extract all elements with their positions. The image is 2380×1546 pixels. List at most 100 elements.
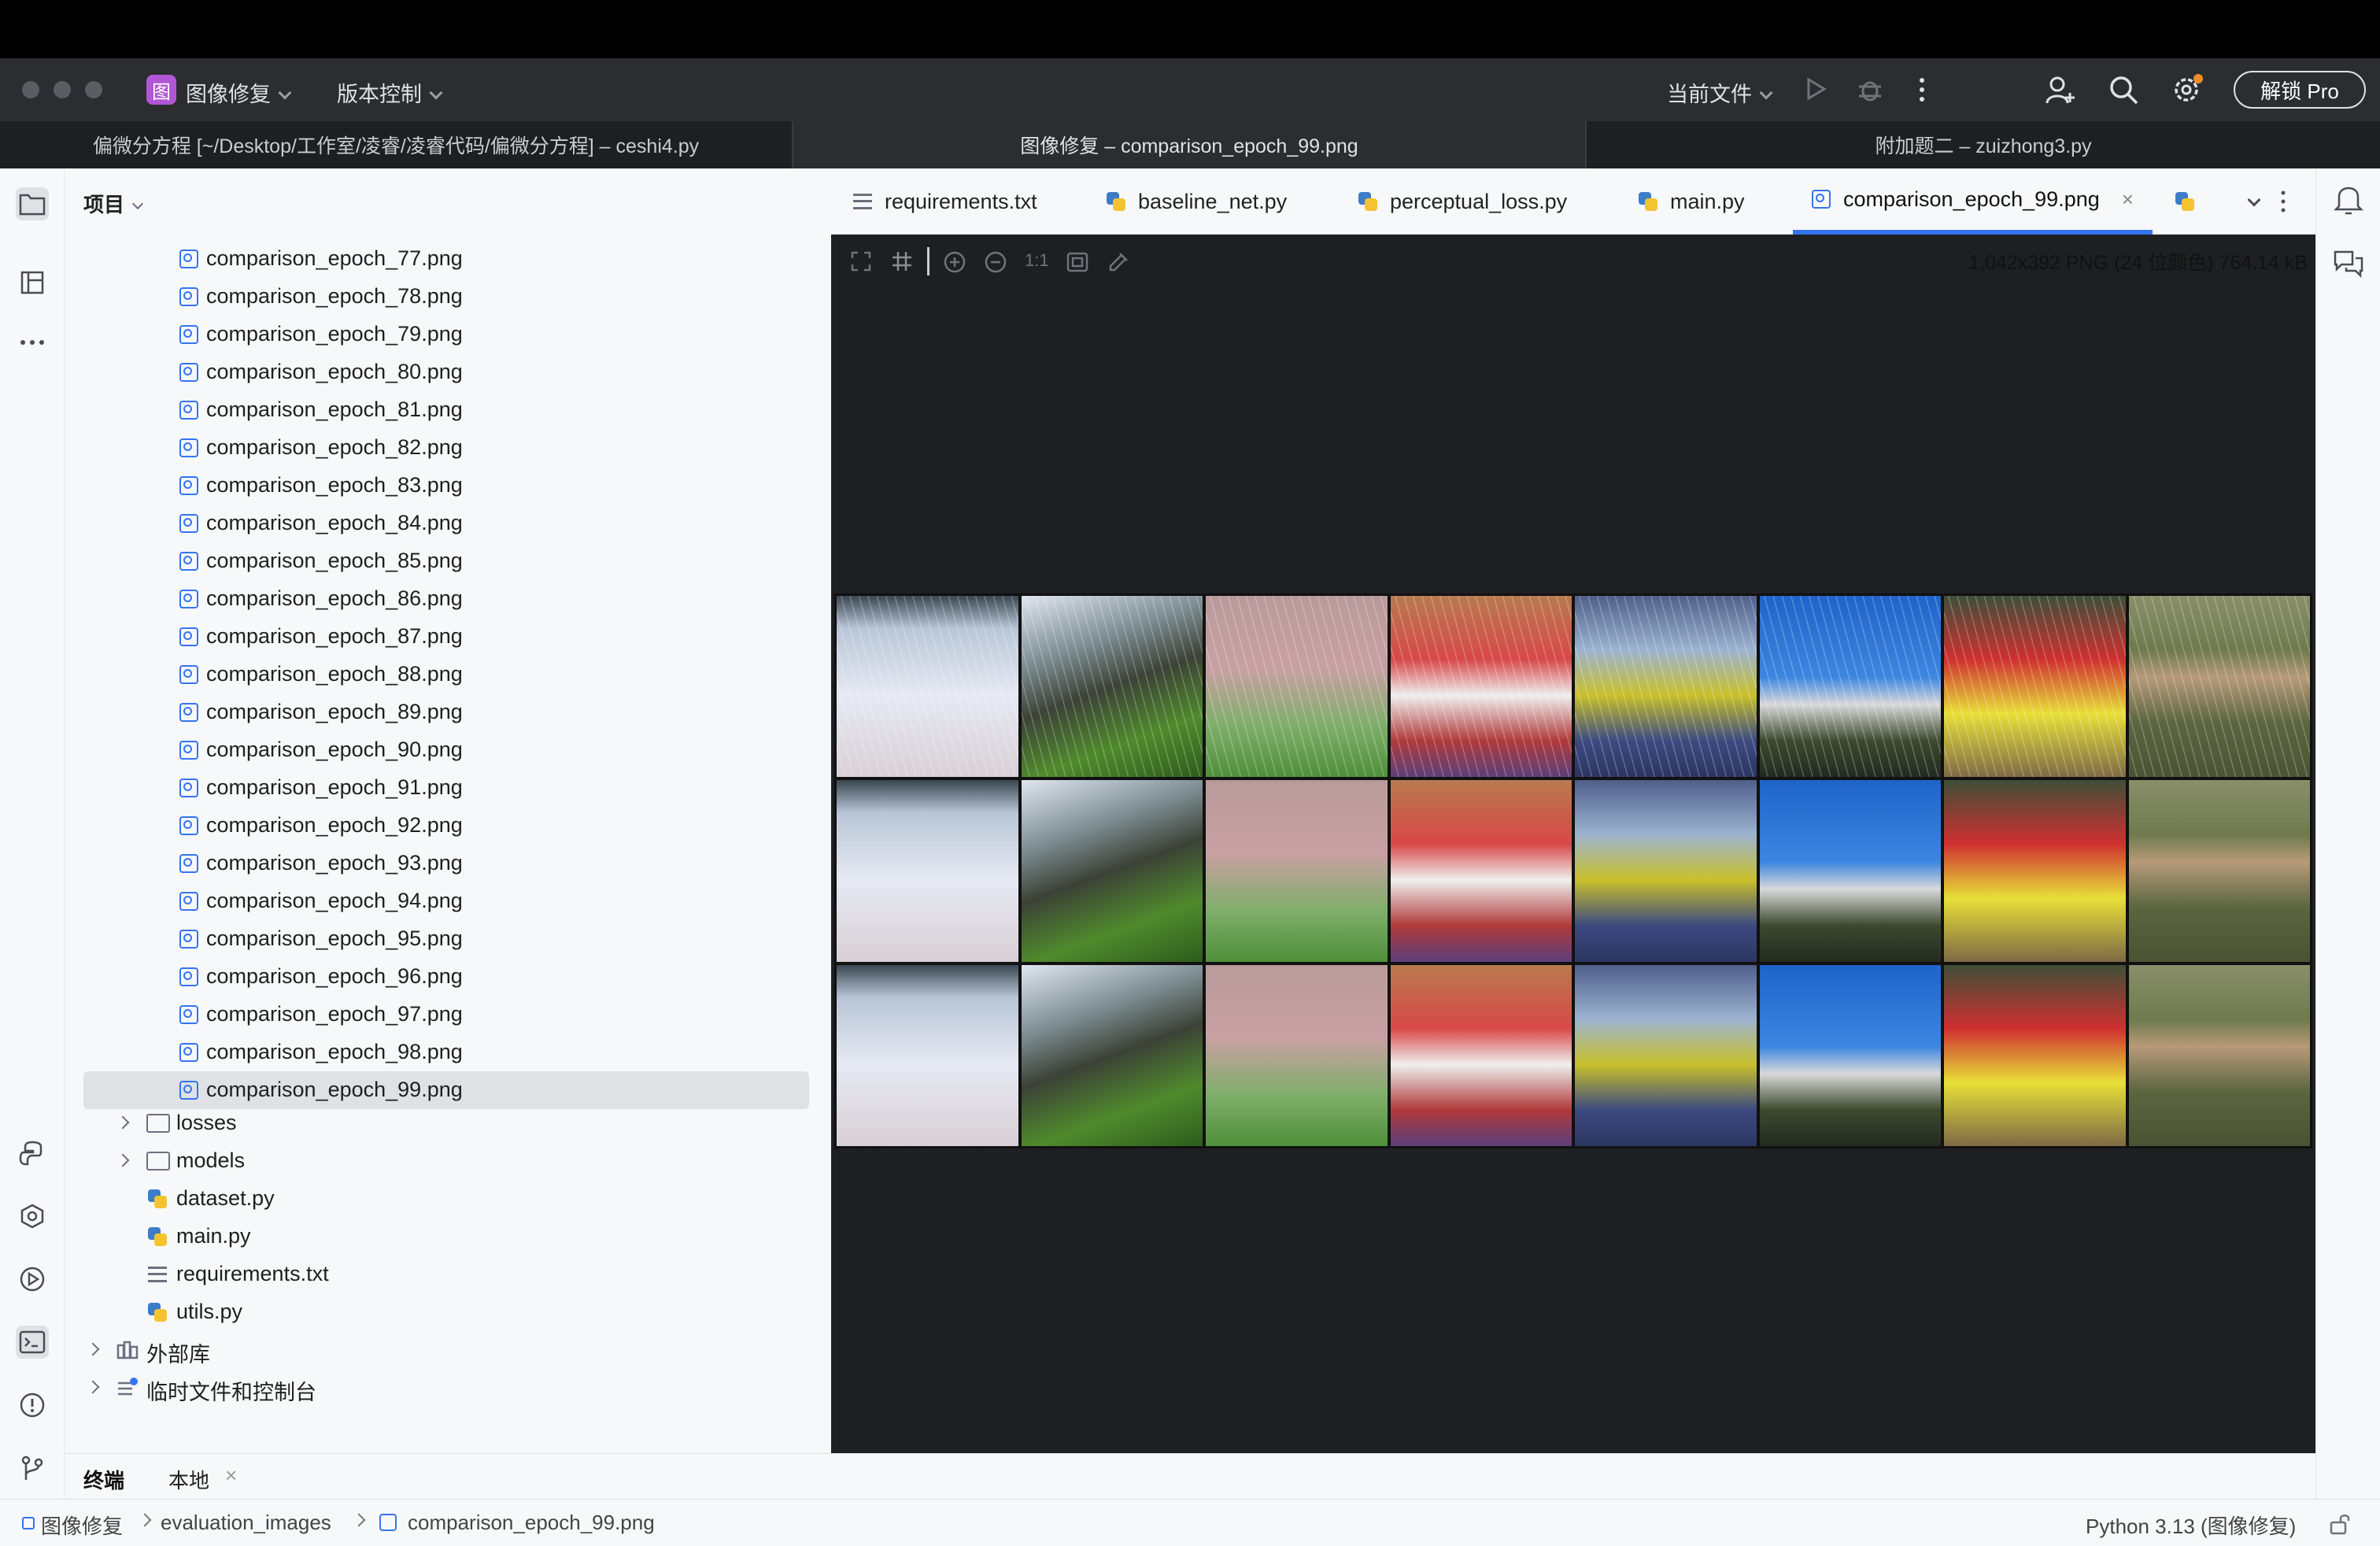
tree-file-comparison[interactable]: comparison_epoch_87.png	[65, 618, 831, 656]
tab-options-icon[interactable]	[2278, 189, 2289, 214]
tree-file-comparison[interactable]: comparison_epoch_97.png	[65, 996, 831, 1034]
background-toggle-icon[interactable]	[1066, 250, 1089, 274]
editor-tab-baseline-net[interactable]: baseline_net.py	[1107, 168, 1287, 235]
editor-tab-main[interactable]: main.py	[1639, 168, 1745, 235]
zoom-window-button[interactable]	[85, 81, 102, 98]
python-packages-button[interactable]	[16, 1200, 49, 1233]
tree-file-comparison[interactable]: comparison_epoch_92.png	[65, 807, 831, 845]
problems-button[interactable]	[16, 1389, 49, 1422]
tree-file-comparison[interactable]: comparison_epoch_77.png	[65, 240, 831, 278]
breadcrumb-folder[interactable]: evaluation_images	[161, 1511, 331, 1535]
editor-area: requirements.txt baseline_net.py percept…	[831, 168, 2315, 1453]
chevron-down-icon	[1759, 86, 1773, 100]
tree-file-comparison[interactable]: comparison_epoch_98.png	[65, 1034, 831, 1071]
project-tool-button[interactable]	[16, 187, 49, 220]
structure-tool-button[interactable]	[16, 266, 49, 299]
close-window-button[interactable]	[22, 81, 39, 98]
zoom-out-icon[interactable]	[984, 250, 1007, 274]
editor-tab-overflow[interactable]	[2175, 168, 2194, 235]
tree-file-comparison[interactable]: comparison_epoch_84.png	[65, 505, 831, 542]
actual-size-button[interactable]: 1:1	[1025, 250, 1049, 271]
git-branch-icon	[21, 1455, 43, 1480]
window-tab-image-repair[interactable]: 图像修复 – comparison_epoch_99.png	[793, 121, 1587, 168]
color-picker-icon[interactable]	[1107, 250, 1130, 274]
tree-file-comparison[interactable]: comparison_epoch_83.png	[65, 467, 831, 505]
git-button[interactable]	[16, 1452, 49, 1485]
image-file-icon	[179, 703, 198, 722]
window-tab-pde[interactable]: 偏微分方程 [~/Desktop/工作室/凌睿/凌睿代码/偏微分方程] – ce…	[0, 121, 793, 168]
close-tab-icon[interactable]: ×	[2122, 187, 2134, 212]
tree-folder-models[interactable]: models	[65, 1142, 831, 1180]
editor-tab-label: comparison_epoch_99.png	[1843, 187, 2100, 211]
tree-file-comparison[interactable]: comparison_epoch_89.png	[65, 693, 831, 731]
tree-label: utils.py	[176, 1300, 243, 1323]
tree-file-comparison[interactable]: comparison_epoch_82.png	[65, 429, 831, 467]
settings-gear-icon[interactable]	[2171, 72, 2205, 107]
tree-file-comparison[interactable]: comparison_epoch_85.png	[65, 542, 831, 580]
tree-external-libraries[interactable]: 外部库	[65, 1331, 831, 1369]
tree-file-dataset[interactable]: dataset.py	[65, 1180, 831, 1218]
add-user-icon[interactable]	[2045, 74, 2076, 105]
search-icon[interactable]	[2108, 74, 2139, 105]
breadcrumb-project[interactable]: 图像修复	[41, 1511, 123, 1540]
project-panel-title[interactable]: 项目	[83, 189, 144, 218]
tree-file-comparison[interactable]: comparison_epoch_90.png	[65, 731, 831, 769]
image-tile	[1944, 596, 2126, 778]
vcs-menu[interactable]: 版本控制	[337, 77, 443, 108]
rain-overlay	[1944, 596, 2126, 778]
tree-scratches-consoles[interactable]: 临时文件和控制台	[65, 1369, 831, 1407]
more-actions-icon[interactable]	[1914, 76, 1930, 104]
zoom-in-icon[interactable]	[943, 250, 966, 274]
breadcrumb-file[interactable]: comparison_epoch_99.png	[408, 1511, 655, 1535]
local-terminal-tab[interactable]: 本地	[168, 1465, 209, 1494]
close-terminal-tab-icon[interactable]: ×	[225, 1463, 237, 1488]
tree-file-main[interactable]: main.py	[65, 1218, 831, 1256]
image-file-icon	[179, 438, 198, 457]
tree-file-requirements[interactable]: requirements.txt	[65, 1256, 831, 1293]
window-tab-extra-problem[interactable]: 附加题二 – zuizhong3.py	[1587, 121, 2380, 168]
project-switcher[interactable]: 图像修复	[186, 77, 292, 108]
run-config-selector[interactable]: 当前文件	[1667, 77, 1773, 108]
terminal-tool-button[interactable]	[16, 1326, 49, 1359]
tree-file-comparison[interactable]: comparison_epoch_96.png	[65, 958, 831, 996]
python-interpreter-selector[interactable]: Python 3.13 (图像修复)	[2086, 1511, 2296, 1540]
tree-file-comparison[interactable]: comparison_epoch_86.png	[65, 580, 831, 618]
python-icon	[148, 1189, 167, 1208]
fit-to-window-icon[interactable]	[850, 250, 872, 272]
terminal-tab[interactable]: 终端	[83, 1465, 124, 1494]
editor-tab-requirements[interactable]: requirements.txt	[853, 168, 1037, 235]
tree-file-comparison[interactable]: comparison_epoch_94.png	[65, 882, 831, 920]
tree-file-comparison[interactable]: comparison_epoch_80.png	[65, 353, 831, 391]
tree-file-comparison[interactable]: comparison_epoch_81.png	[65, 391, 831, 429]
structure-icon	[20, 271, 44, 294]
tree-file-comparison[interactable]: comparison_epoch_79.png	[65, 316, 831, 353]
tree-file-comparison[interactable]: comparison_epoch_91.png	[65, 769, 831, 807]
python-icon	[148, 1303, 167, 1322]
tabs-dropdown-chevron-icon[interactable]	[2247, 193, 2261, 207]
services-button[interactable]	[16, 1263, 49, 1296]
more-tools-button[interactable]	[16, 326, 49, 359]
image-tile	[1021, 596, 1203, 778]
tree-file-comparison[interactable]: comparison_epoch_99.png	[83, 1071, 809, 1109]
tree-file-comparison[interactable]: comparison_epoch_95.png	[65, 920, 831, 958]
tree-file-comparison[interactable]: comparison_epoch_88.png	[65, 656, 831, 693]
python-console-button[interactable]	[16, 1137, 49, 1170]
unlock-pro-button[interactable]: 解锁 Pro	[2234, 71, 2366, 109]
tree-file-comparison[interactable]: comparison_epoch_78.png	[65, 278, 831, 316]
unlock-icon[interactable]	[2328, 1512, 2352, 1536]
notifications-bell-icon[interactable]	[2334, 184, 2363, 216]
run-icon[interactable]	[1802, 76, 1829, 102]
debug-icon[interactable]	[1856, 76, 1884, 104]
project-name: 图像修复	[186, 83, 271, 106]
editor-tab-comparison-epoch-99[interactable]: comparison_epoch_99.png ×	[1793, 168, 2153, 235]
tree-file-utils[interactable]: utils.py	[65, 1293, 831, 1331]
ai-assistant-chat-icon[interactable]	[2332, 247, 2365, 280]
image-tile	[1944, 780, 2126, 962]
tree-folder-losses[interactable]: losses	[65, 1104, 831, 1142]
tree-file-comparison[interactable]: comparison_epoch_93.png	[65, 845, 831, 882]
editor-tab-perceptual-loss[interactable]: perceptual_loss.py	[1358, 168, 1567, 235]
image-tile	[1759, 596, 1941, 778]
image-tile	[1759, 964, 1941, 1146]
grid-toggle-icon[interactable]	[891, 250, 913, 272]
minimize-window-button[interactable]	[54, 81, 71, 98]
